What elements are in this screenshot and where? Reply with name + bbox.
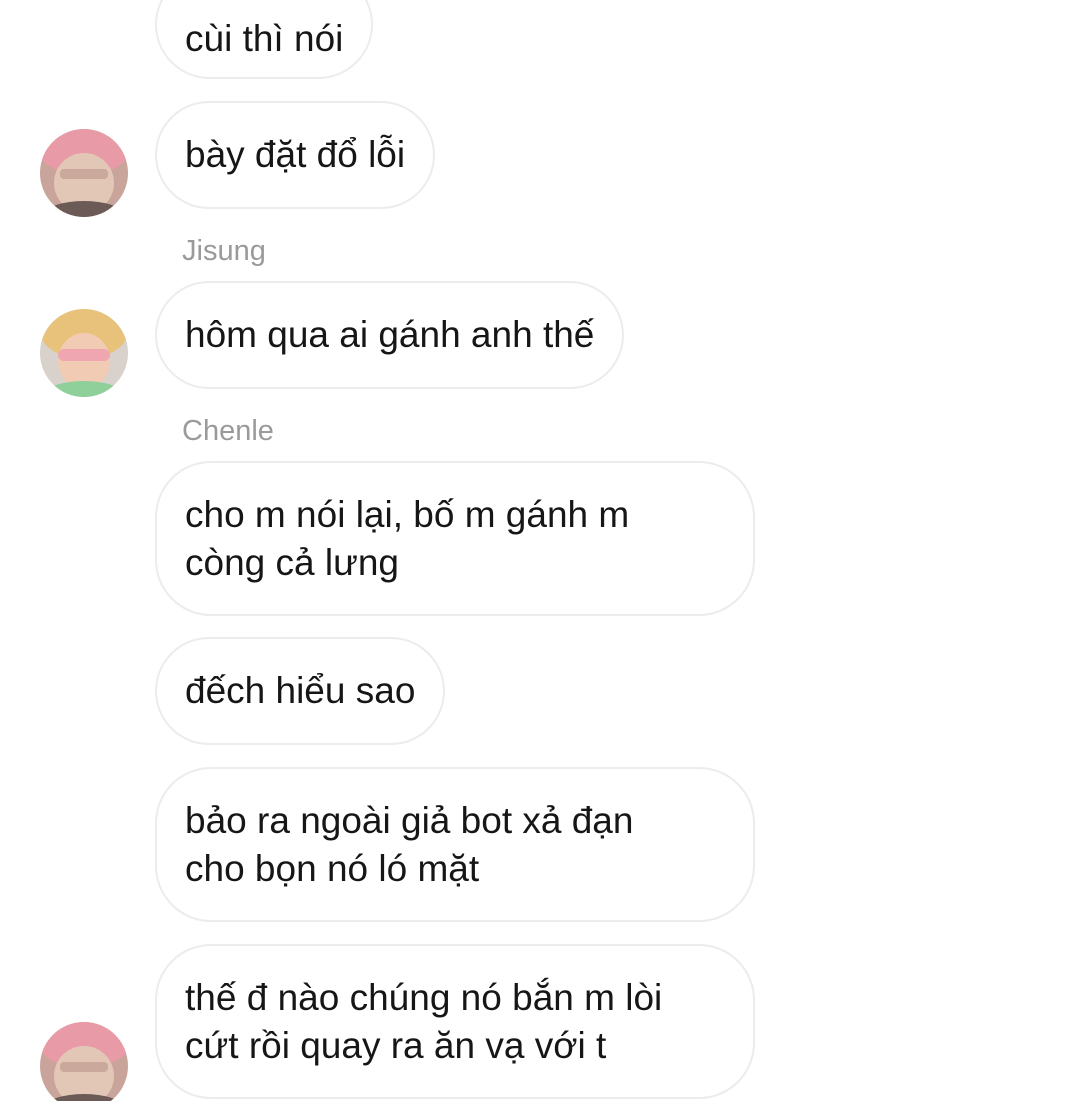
- message-bubble[interactable]: cùi thì nói: [155, 0, 374, 79]
- sender-name: Jisung: [182, 235, 266, 267]
- avatar-pink-hair-icon[interactable]: [40, 129, 128, 217]
- message-bubble[interactable]: thế đ nào chúng nó bắn m lòi cứt rồi qua…: [155, 944, 755, 1099]
- avatar-pink-hair-icon[interactable]: [40, 1022, 128, 1101]
- message-bubble[interactable]: đếch hiểu sao: [155, 637, 446, 745]
- message-bubble[interactable]: bày đặt đổ lỗi: [155, 101, 436, 209]
- chat-thread: cùi thì nói bày đặt đổ lỗi Jisung hôm qu…: [0, 0, 1080, 1101]
- message-text: hôm qua ai gánh anh thế: [185, 314, 595, 355]
- avatar-blonde-sunglasses-icon[interactable]: [40, 309, 128, 397]
- sender-name: Chenle: [182, 415, 274, 447]
- message-text: đếch hiểu sao: [185, 670, 416, 711]
- message-text: bày đặt đổ lỗi: [185, 134, 406, 175]
- message-bubble[interactable]: hôm qua ai gánh anh thế: [155, 281, 625, 389]
- message-text: thế đ nào chúng nó bắn m lòi cứt rồi qua…: [185, 976, 663, 1066]
- message-text: bảo ra ngoài giả bot xả đạn cho bọn nó l…: [185, 799, 634, 889]
- message-bubble[interactable]: bảo ra ngoài giả bot xả đạn cho bọn nó l…: [155, 767, 755, 922]
- message-bubble[interactable]: cho m nói lại, bố m gánh m còng cả lưng: [155, 461, 755, 616]
- message-text: cùi thì nói: [185, 17, 344, 59]
- message-text: cho m nói lại, bố m gánh m còng cả lưng: [185, 493, 630, 583]
